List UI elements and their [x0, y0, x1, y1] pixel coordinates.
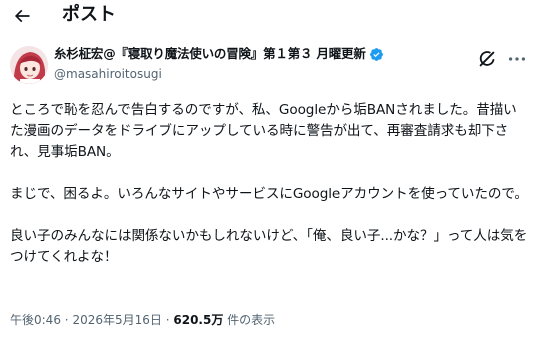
- user-handle[interactable]: @masahiroitosugi: [54, 66, 162, 82]
- tweet-time[interactable]: 午後0:46: [10, 313, 61, 327]
- page-title: ポスト: [62, 4, 116, 25]
- grok-icon[interactable]: [476, 48, 498, 70]
- tweet-paragraph: まじで、困るよ。いろんなサイトやサービスにGoogleアカウントを使っていたので…: [10, 186, 528, 202]
- display-name: 糸杉柾宏@『寝取り魔法使いの冒険』第１第３ 月曜更新: [54, 46, 366, 61]
- top-bar: ポスト: [0, 0, 534, 34]
- back-button[interactable]: [8, 2, 36, 30]
- avatar[interactable]: [10, 46, 48, 84]
- tweet-date[interactable]: 2026年5月16日: [72, 313, 161, 327]
- meta-separator: ·: [64, 313, 69, 327]
- meta-separator: ·: [165, 313, 170, 327]
- tweet-metadata: 午後0:46 · 2026年5月16日 · 620.5万 件の表示: [10, 312, 275, 328]
- views-label: 件の表示: [227, 313, 276, 327]
- tweet-paragraph: ところで恥を忍んで告白するのですが、私、Googleから垢BANされました。昔描…: [10, 102, 517, 160]
- display-name-link[interactable]: 糸杉柾宏@『寝取り魔法使いの冒険』第１第３ 月曜更新: [54, 45, 384, 63]
- tweet-paragraph: 良い子のみんなには関係ないかもしれないけど、「俺、良い子...かな？」って人は気…: [10, 228, 528, 265]
- verified-badge-icon: [369, 47, 383, 61]
- avatar-illustration: [10, 46, 48, 84]
- more-options-icon[interactable]: [506, 48, 528, 70]
- views-count: 620.5万: [173, 313, 224, 327]
- arrow-left-icon: [14, 9, 30, 23]
- tweet-text: ところで恥を忍んで告白するのですが、私、Googleから垢BANされました。昔描…: [10, 100, 528, 268]
- author-row: 糸杉柾宏@『寝取り魔法使いの冒険』第１第３ 月曜更新 @masahiroitos…: [0, 44, 534, 90]
